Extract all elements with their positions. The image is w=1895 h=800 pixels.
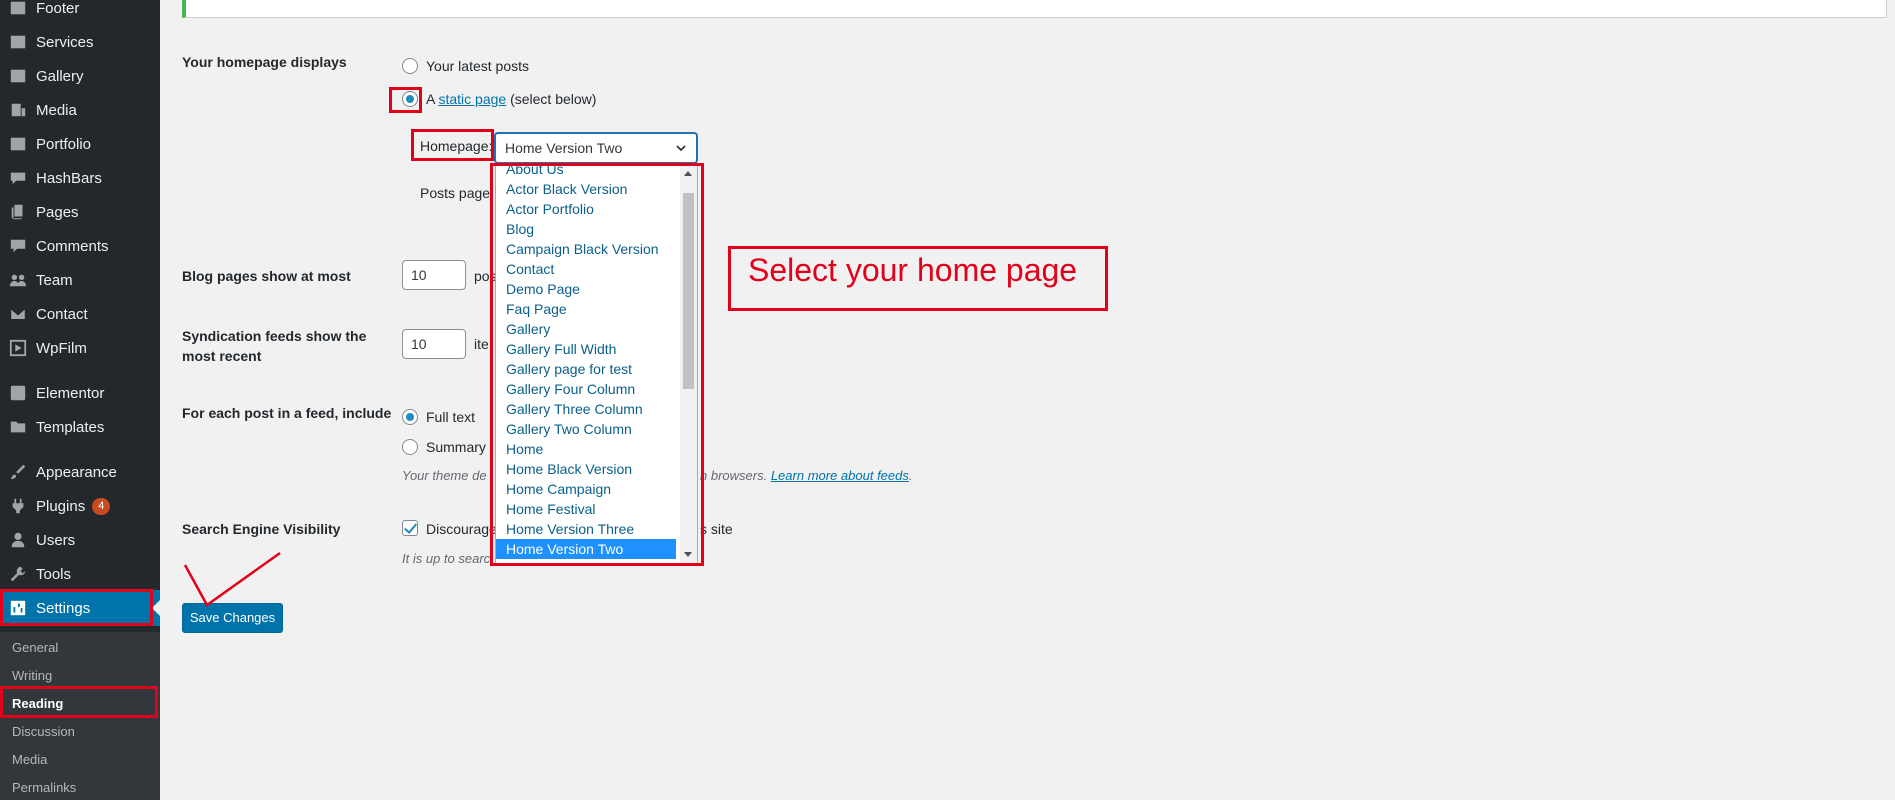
speech-bubble-icon: [8, 168, 28, 188]
sidebar-item-team[interactable]: Team: [0, 266, 160, 294]
sidebar-item-label: Pages: [36, 203, 79, 221]
highlight-settings: [0, 589, 153, 626]
discourage-label-left: Discourage: [426, 521, 497, 537]
sidebar-item-gallery[interactable]: Gallery: [0, 62, 160, 90]
sidebar-item-wpfilm[interactable]: WpFilm: [0, 334, 160, 362]
syndication-input[interactable]: 10: [402, 329, 466, 359]
summary-radio[interactable]: [402, 439, 418, 455]
visibility-description: It is up to searc: [402, 551, 491, 566]
posts-page-label: Posts page:: [420, 185, 494, 201]
blog-pages-input[interactable]: 10: [402, 260, 466, 290]
sidebar-item-label: Media: [36, 101, 77, 119]
feed-include-label: For each post in a feed, include: [182, 405, 392, 421]
homepage-displays-label: Your homepage displays: [182, 54, 347, 70]
sidebar-item-label: Comments: [36, 237, 109, 255]
sidebar-item-elementor[interactable]: Elementor: [0, 379, 160, 407]
sidebar-item-media[interactable]: Media: [0, 96, 160, 124]
homepage-select-value: Home Version Two: [505, 140, 623, 156]
highlight-reading: [0, 686, 158, 718]
submenu-item-writing[interactable]: Writing: [12, 666, 52, 686]
sidebar-item-label: Footer: [36, 0, 80, 17]
sidebar-item-users[interactable]: Users: [0, 526, 160, 554]
sidebar-item-label: Users: [36, 531, 76, 549]
sidebar-item-label: Services: [36, 33, 94, 51]
sidebar-item-label: Templates: [36, 418, 105, 436]
sidebar-item-templates[interactable]: Templates: [0, 413, 160, 441]
comments-icon: [8, 236, 28, 256]
sidebar-item-hashbars[interactable]: HashBars: [0, 164, 160, 192]
syndication-label-line1: Syndication feeds show the: [182, 328, 367, 344]
sidebar-item-portfolio[interactable]: Portfolio: [0, 130, 160, 158]
user-icon: [8, 530, 28, 550]
feed-description-left: Your theme de: [402, 468, 487, 483]
syndication-unit: ite: [474, 336, 489, 352]
latest-posts-label: Your latest posts: [426, 58, 529, 74]
homepage-select[interactable]: Home Version Two: [495, 133, 697, 163]
static-page-suffix: (select below): [510, 91, 597, 107]
pages-icon: [8, 202, 28, 222]
latest-posts-radio[interactable]: [402, 58, 418, 74]
wrench-icon: [8, 564, 28, 584]
search-visibility-label: Search Engine Visibility: [182, 521, 341, 537]
sidebar-item-label: HashBars: [36, 169, 102, 187]
callout-text: Select your home page: [748, 252, 1078, 288]
submenu-item-permalinks[interactable]: Permalinks: [12, 778, 76, 798]
play-icon: [8, 338, 28, 358]
static-page-link[interactable]: static page: [438, 91, 506, 107]
envelope-icon: [8, 304, 28, 324]
highlight-homepage-label: [411, 129, 494, 161]
learn-more-feeds-link[interactable]: Learn more about feeds: [771, 468, 909, 483]
feed-description-text: n browsers.: [700, 468, 768, 483]
summary-label: Summary: [426, 439, 486, 455]
sidebar-item-label: Contact: [36, 305, 88, 323]
plugin-icon: [8, 496, 28, 516]
blog-pages-label: Blog pages show at most: [182, 268, 351, 284]
full-text-radio[interactable]: [402, 409, 418, 425]
sidebar-item-plugins[interactable]: Plugins 4: [0, 492, 160, 520]
folder-icon: [8, 417, 28, 437]
elementor-icon: [8, 383, 28, 403]
static-page-option: A static page (select below): [426, 89, 596, 109]
footer-icon: [8, 0, 28, 18]
static-page-prefix: A: [426, 91, 435, 107]
media-icon: [8, 100, 28, 120]
gallery-icon: [8, 66, 28, 86]
settings-saved-notice: [182, 0, 1887, 18]
highlight-dropdown: [490, 163, 704, 566]
sidebar-item-pages[interactable]: Pages: [0, 198, 160, 226]
syndication-label-line2: most recent: [182, 348, 262, 364]
highlight-static-page-radio: [389, 87, 422, 113]
sidebar-item-label: Elementor: [36, 384, 105, 402]
feed-description-right: n browsers. Learn more about feeds.: [700, 468, 913, 483]
sidebar-item-appearance[interactable]: Appearance: [0, 458, 160, 486]
discourage-label-right: s site: [700, 521, 733, 537]
submenu-item-media[interactable]: Media: [12, 750, 47, 770]
paintbrush-icon: [8, 462, 28, 482]
submenu-item-discussion[interactable]: Discussion: [12, 722, 75, 742]
admin-sidebar: Footer Services Gallery Media Portfolio …: [0, 0, 160, 800]
sidebar-item-label: Team: [36, 271, 73, 289]
sidebar-item-label: Tools: [36, 565, 72, 583]
sidebar-item-label: Portfolio: [36, 135, 92, 153]
portfolio-icon: [8, 134, 28, 154]
chevron-down-icon: [676, 145, 686, 152]
discourage-search-checkbox[interactable]: [402, 520, 418, 536]
sidebar-item-tools[interactable]: Tools: [0, 560, 160, 588]
sidebar-item-footer[interactable]: Footer: [0, 0, 160, 22]
sidebar-item-label: WpFilm: [36, 339, 87, 357]
arrow-annotation-icon: [183, 551, 281, 607]
update-count-badge: 4: [92, 497, 111, 515]
sidebar-item-contact[interactable]: Contact: [0, 300, 160, 328]
full-text-label: Full text: [426, 409, 476, 425]
sidebar-item-services[interactable]: Services: [0, 28, 160, 56]
services-icon: [8, 32, 28, 52]
sidebar-item-comments[interactable]: Comments: [0, 232, 160, 260]
sidebar-item-label: Gallery: [36, 67, 84, 85]
submenu-item-general[interactable]: General: [12, 638, 58, 658]
team-icon: [8, 270, 28, 290]
sidebar-item-label: Plugins: [36, 497, 86, 515]
sidebar-item-label: Appearance: [36, 463, 117, 481]
